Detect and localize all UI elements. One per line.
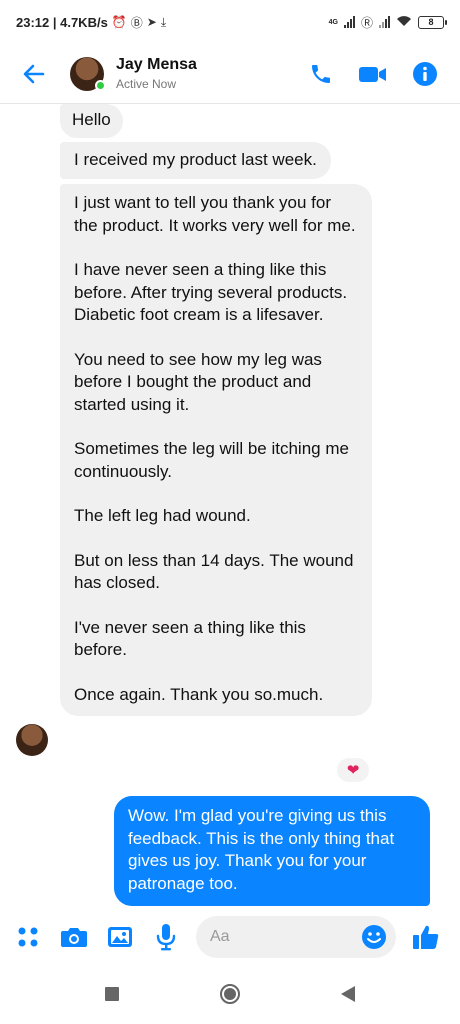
- chat-header: Jay Mensa Active Now: [0, 44, 460, 104]
- online-indicator: [95, 79, 106, 91]
- video-camera-icon: [359, 66, 386, 82]
- message-paragraph: I just want to tell you thank you for th…: [74, 193, 356, 235]
- heart-reaction[interactable]: ❤: [337, 758, 369, 782]
- incoming-message[interactable]: I received my product last week.: [60, 142, 331, 179]
- network-type-label: 4G: [328, 18, 338, 26]
- image-icon: [108, 927, 132, 947]
- more-actions-button[interactable]: [10, 919, 46, 955]
- home-button[interactable]: [215, 979, 245, 1009]
- message-list: Hello I received my product last week. I…: [0, 104, 460, 910]
- battery-icon: 8: [418, 15, 447, 29]
- video-call-button[interactable]: [358, 59, 388, 89]
- telegram-icon: ➤: [146, 15, 157, 29]
- contact-info[interactable]: Jay Mensa Active Now: [116, 56, 197, 91]
- gallery-button[interactable]: [102, 919, 138, 955]
- sender-avatar[interactable]: [16, 724, 48, 756]
- camera-icon: [61, 928, 87, 947]
- alarm-icon: ⏰: [111, 15, 127, 29]
- info-button[interactable]: [410, 59, 440, 89]
- message-paragraph: The left leg had wound.: [74, 506, 251, 525]
- status-left: 23:12 | 4.7KB/s ⏰ Ⓑ ➤ ⤓: [16, 14, 166, 31]
- back-nav-button[interactable]: [333, 979, 363, 1009]
- message-paragraph: Sometimes the leg will be itching me con…: [74, 439, 349, 481]
- message-paragraph: You need to see how my leg was before I …: [74, 349, 322, 414]
- download-done-icon: ⤓: [160, 14, 167, 29]
- system-nav-bar: [0, 964, 460, 1024]
- signal-strength-icon: [343, 16, 355, 28]
- b-circle-icon: Ⓑ: [130, 15, 143, 30]
- emoji-button[interactable]: [360, 923, 388, 951]
- thumbs-up-icon: [413, 925, 439, 949]
- smiley-icon: [362, 925, 386, 949]
- outgoing-message[interactable]: Wow. I'm glad you're giving us this feed…: [114, 796, 430, 906]
- composer-bar: [0, 910, 460, 964]
- square-icon: [105, 987, 119, 1001]
- message-paragraph: I've never seen a thing like this before…: [74, 617, 306, 660]
- triangle-back-icon: [341, 986, 355, 1002]
- roaming-r-icon: Ⓡ: [360, 15, 373, 30]
- incoming-message-long[interactable]: I just want to tell you thank you for th…: [60, 184, 372, 716]
- message-paragraph: I have never seen a thing like this befo…: [74, 260, 348, 324]
- status-right: 4G Ⓡ 8: [328, 14, 447, 31]
- info-icon: [413, 61, 437, 86]
- heart-icon: ❤: [346, 762, 360, 779]
- message-paragraph: Once again. Thank you so.much.: [74, 684, 324, 704]
- message-paragraph: But on less than 14 days. The wound has …: [74, 550, 354, 593]
- phone-icon: [312, 64, 330, 83]
- arrow-left-icon: [23, 64, 45, 83]
- camera-button[interactable]: [56, 919, 92, 955]
- four-dots-icon: [18, 927, 38, 947]
- wifi-icon: [396, 15, 412, 30]
- signal-strength-2-icon: [379, 16, 390, 28]
- like-button[interactable]: [410, 919, 442, 955]
- message-input-container: [196, 916, 396, 958]
- recents-button[interactable]: [97, 979, 127, 1009]
- contact-avatar[interactable]: [70, 56, 106, 91]
- microphone-icon: [156, 924, 176, 951]
- status-bar: 23:12 | 4.7KB/s ⏰ Ⓑ ➤ ⤓ 4G Ⓡ 8: [0, 0, 460, 44]
- contact-name: Jay Mensa: [116, 56, 197, 73]
- header-actions: [306, 59, 440, 89]
- incoming-message[interactable]: Hello: [60, 104, 123, 138]
- voice-button[interactable]: [148, 919, 184, 955]
- status-time-speed: 23:12 | 4.7KB/s: [16, 14, 108, 30]
- call-button[interactable]: [306, 59, 336, 89]
- message-input[interactable]: [210, 928, 360, 946]
- contact-status: Active Now: [116, 77, 177, 91]
- back-button[interactable]: [12, 52, 56, 96]
- home-circle-icon: [220, 984, 240, 1004]
